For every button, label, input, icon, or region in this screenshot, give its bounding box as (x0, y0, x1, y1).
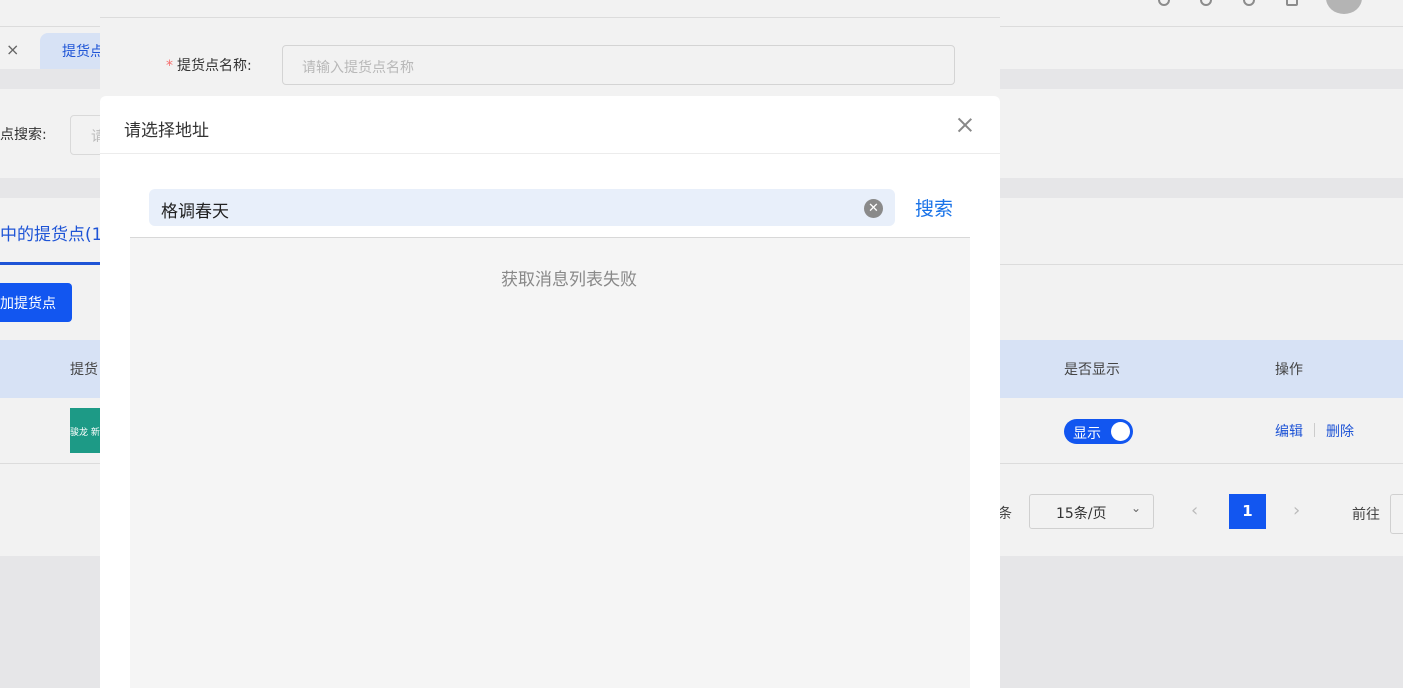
fullscreen-icon[interactable] (1286, 0, 1298, 6)
next-page-icon[interactable]: › (1293, 500, 1300, 521)
switch-knob (1111, 422, 1130, 441)
clear-icon[interactable]: ✕ (864, 199, 883, 218)
result-list: 获取消息列表失败 (130, 237, 970, 688)
thumbnail-image: 骏龙 新 (70, 408, 100, 453)
chevron-down-icon: ⌄ (1130, 501, 1141, 515)
pagination-total: 条 (998, 506, 1012, 522)
delete-link[interactable]: 删除 (1326, 421, 1354, 441)
dialog-title: 请选择地址 (124, 121, 209, 141)
column-header-is-visible: 是否显示 (1064, 362, 1120, 378)
link-divider (1314, 423, 1315, 437)
page-size-select[interactable]: 15条/页 ⌄ (1029, 494, 1154, 529)
empty-message: 获取消息列表失败 (501, 270, 637, 290)
address-picker-dialog: 请选择地址 格调春天 ✕ 搜索 获取消息列表失败 (100, 96, 1000, 688)
page-number-current[interactable]: 1 (1229, 494, 1266, 529)
goto-page-input[interactable] (1390, 494, 1403, 534)
edit-link[interactable]: 编辑 (1275, 421, 1303, 441)
prev-page-icon[interactable]: ‹ (1191, 500, 1198, 521)
column-header-name: 提货 (70, 362, 98, 378)
search-button[interactable]: 搜索 (915, 194, 953, 221)
tab-active-indicator (0, 262, 100, 265)
switch-label: 显示 (1073, 426, 1101, 442)
close-icon[interactable] (955, 115, 975, 135)
name-label-text: 提货点名称: (177, 58, 252, 74)
pickup-name-input[interactable]: 请输入提货点名称 (282, 45, 955, 85)
search-value: 格调春天 (161, 202, 229, 222)
page-size-value: 15条/页 (1056, 506, 1107, 522)
add-pickup-point-button[interactable]: 加提货点 (0, 283, 72, 322)
search-label: 点搜索: (0, 127, 47, 143)
pickup-form-dialog: * 提货点名称: 请输入提货点名称 (100, 0, 1000, 96)
goto-label: 前往 (1352, 507, 1380, 523)
dialog-header: 请选择地址 (100, 96, 1000, 154)
visibility-switch[interactable]: 显示 (1064, 419, 1133, 444)
address-search-input[interactable]: 格调春天 ✕ (149, 189, 895, 226)
column-header-actions: 操作 (1275, 362, 1303, 378)
name-field-label: * 提货点名称: (166, 55, 252, 75)
required-mark: * (166, 58, 173, 74)
tab-pickup-list[interactable]: 中的提货点(1) (0, 220, 109, 245)
divider (100, 17, 1000, 18)
close-icon[interactable]: × (6, 40, 19, 59)
